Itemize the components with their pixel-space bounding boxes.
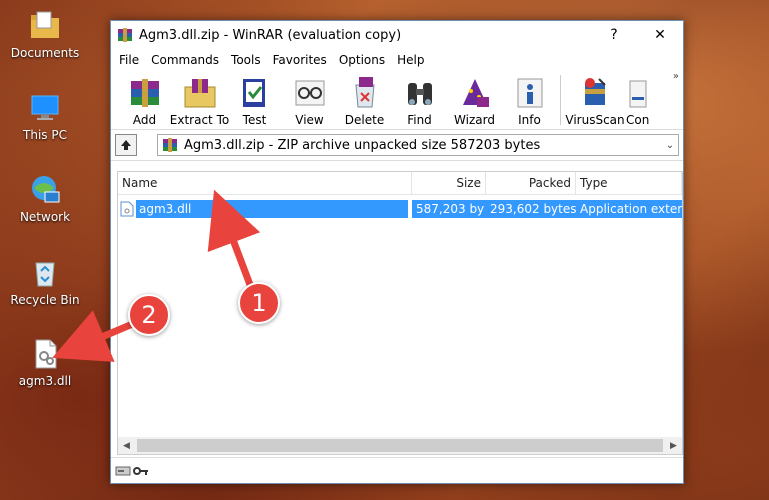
add-label: Add [132, 113, 157, 127]
file-size: 587,203 by [412, 200, 486, 218]
desktop-icon-documents[interactable]: Documents [5, 10, 85, 60]
drive-icon [115, 465, 131, 477]
menu-tools[interactable]: Tools [225, 53, 267, 67]
file-name: agm3.dll [136, 200, 408, 218]
extract-to-label: Extract To [169, 113, 230, 127]
desktop-icon-label: Recycle Bin [10, 293, 80, 307]
scroll-right-icon[interactable]: ▶ [665, 441, 682, 451]
path-field[interactable]: Agm3.dll.zip - ZIP archive unpacked size… [157, 134, 679, 156]
file-type: Application exten [576, 200, 682, 218]
books-icon [127, 75, 163, 111]
wizard-label: Wizard [454, 113, 495, 127]
menu-commands[interactable]: Commands [145, 53, 225, 67]
view-label: View [295, 113, 324, 127]
list-header: ^ Name Size Packed Type [118, 172, 682, 195]
archive-icon [162, 137, 178, 153]
toolbar-overflow-chevron[interactable]: » [673, 71, 679, 82]
key-icon [133, 465, 149, 477]
file-packed: 293,602 bytes [486, 200, 576, 218]
binoculars-icon [402, 75, 438, 111]
horizontal-scrollbar[interactable]: ◀ ▶ [118, 437, 682, 454]
file-list: ^ Name Size Packed Type agm3.dll 587,203… [117, 171, 683, 455]
file-icon [120, 201, 134, 217]
toolbar: Add Extract To Test View Delete Find Wiz… [111, 71, 683, 130]
winrar-window: Agm3.dll.zip - WinRAR (evaluation copy) … [110, 20, 684, 484]
view-button[interactable]: View [282, 71, 337, 127]
virusscan-label: VirusScan [565, 113, 625, 127]
extract-to-button[interactable]: Extract To [169, 71, 230, 127]
help-button[interactable]: ? [591, 21, 637, 49]
virusscan-icon [577, 75, 613, 111]
desktop-icon-recycle-bin[interactable]: Recycle Bin [5, 257, 85, 307]
test-book-icon [237, 75, 273, 111]
desktop-icon-label: agm3.dll [18, 374, 72, 388]
info-icon [512, 75, 548, 111]
delete-label: Delete [344, 113, 385, 127]
add-button[interactable]: Add [117, 71, 172, 127]
wizard-icon [457, 75, 493, 111]
computer-icon [29, 92, 61, 124]
path-text: Agm3.dll.zip - ZIP archive unpacked size… [184, 137, 541, 153]
recycle-bin-icon [29, 257, 61, 289]
file-name-cell: agm3.dll [118, 200, 412, 218]
column-header-packed[interactable]: Packed [486, 172, 576, 194]
desktop-icon-this-pc[interactable]: This PC [5, 92, 85, 142]
column-header-name[interactable]: Name [118, 172, 412, 194]
path-dropdown-chevron-icon[interactable]: ⌄ [662, 140, 678, 151]
folder-icon [29, 10, 61, 42]
test-label: Test [242, 113, 267, 127]
menu-help[interactable]: Help [391, 53, 430, 67]
extract-folder-icon [182, 75, 218, 111]
window-title: Agm3.dll.zip - WinRAR (evaluation copy) [139, 27, 402, 43]
address-bar: Agm3.dll.zip - ZIP archive unpacked size… [111, 130, 683, 161]
status-bar [111, 457, 683, 483]
callout-2: 2 [128, 294, 170, 336]
toolbar-separator [560, 75, 561, 125]
comment-label: Con [626, 113, 650, 127]
delete-icon [347, 75, 383, 111]
sort-caret-icon: ^ [256, 171, 264, 179]
menu-options[interactable]: Options [333, 53, 391, 67]
menu-bar: File Commands Tools Favorites Options He… [111, 49, 683, 71]
find-button[interactable]: Find [392, 71, 447, 127]
column-header-type[interactable]: Type [576, 172, 682, 194]
network-icon [29, 174, 61, 206]
scroll-left-icon[interactable]: ◀ [118, 441, 135, 451]
desktop-icon-label: Documents [10, 46, 80, 60]
column-header-size[interactable]: Size [412, 172, 486, 194]
delete-button[interactable]: Delete [337, 71, 392, 127]
dll-file-icon [29, 338, 61, 370]
desktop-icon-label: This PC [23, 128, 67, 142]
desktop-icon-network[interactable]: Network [5, 174, 85, 224]
close-button[interactable]: ✕ [637, 21, 683, 49]
winrar-app-icon [117, 27, 133, 43]
callout-1: 1 [238, 282, 280, 324]
scrollbar-thumb[interactable] [137, 439, 663, 452]
file-row[interactable]: agm3.dll 587,203 by 293,602 bytes Applic… [118, 199, 682, 219]
menu-file[interactable]: File [113, 53, 145, 67]
up-folder-button[interactable] [115, 134, 137, 156]
desktop-icon-agm3-dll[interactable]: agm3.dll [5, 338, 85, 388]
info-button[interactable]: Info [502, 71, 557, 127]
comment-button[interactable]: Con [626, 71, 656, 127]
title-bar[interactable]: Agm3.dll.zip - WinRAR (evaluation copy) … [111, 21, 683, 49]
virusscan-button[interactable]: VirusScan [564, 71, 626, 127]
wizard-button[interactable]: Wizard [447, 71, 502, 127]
desktop-icon-label: Network [19, 210, 71, 224]
up-arrow-icon [121, 140, 131, 150]
info-label: Info [518, 113, 541, 127]
glasses-icon [292, 75, 328, 111]
test-button[interactable]: Test [227, 71, 282, 127]
comment-icon [626, 75, 650, 111]
menu-favorites[interactable]: Favorites [267, 53, 333, 67]
find-label: Find [407, 113, 432, 127]
